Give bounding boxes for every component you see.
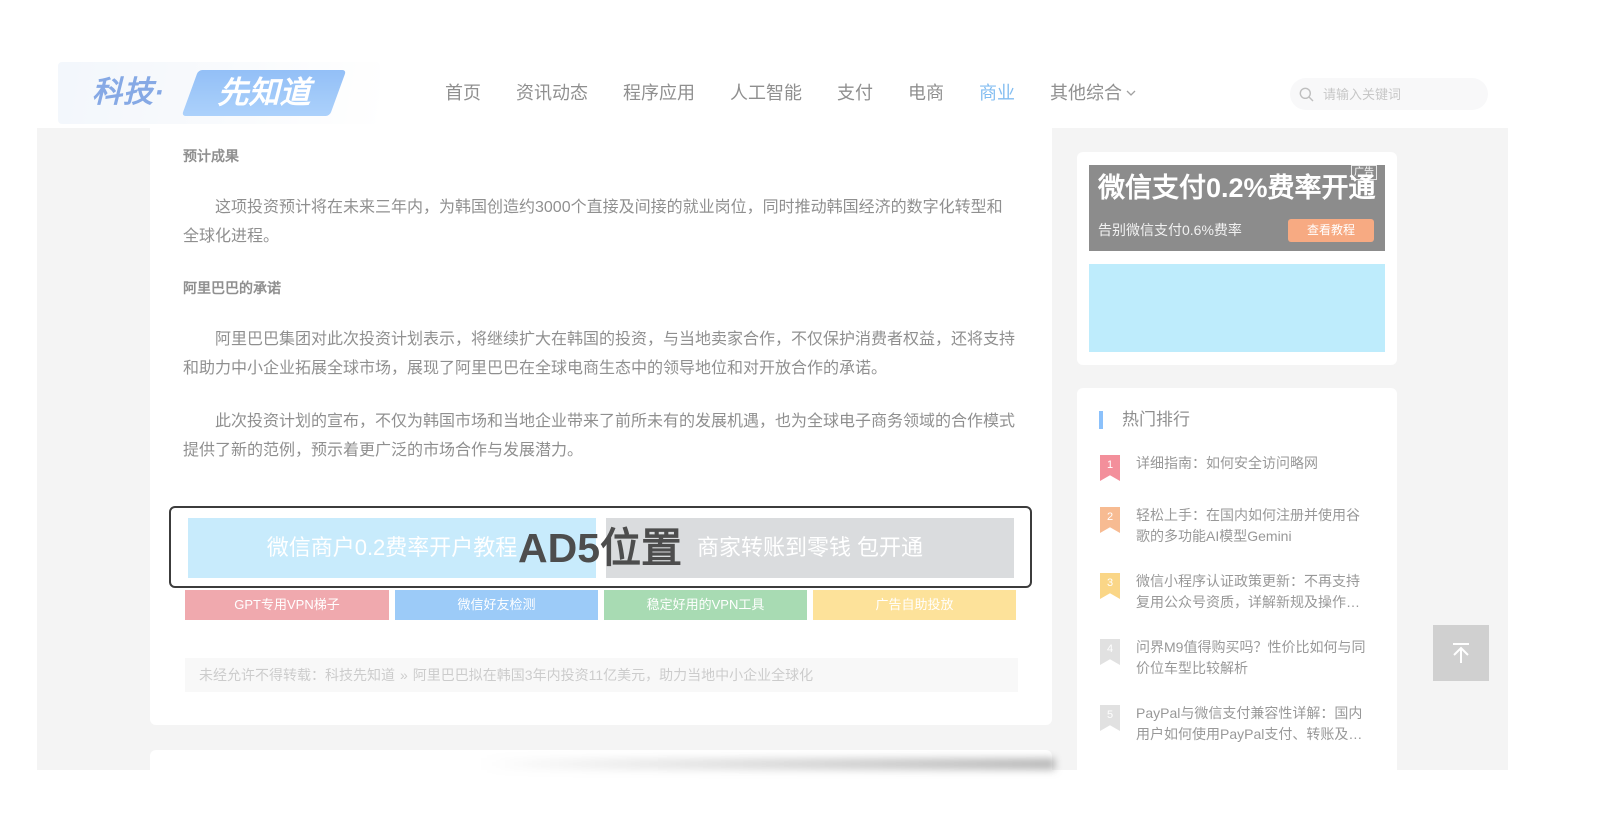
section-heading: 阿里巴巴的承诺 xyxy=(183,280,281,296)
hot-ranking-item-title[interactable]: PayPal与微信支付兼容性详解：国内用户如何使用PayPal支付、转账及… xyxy=(1136,703,1368,745)
hot-ranking-list: 1 详细指南：如何安全访问略网 2 轻松上手：在国内如何注册并使用谷歌的多功能A… xyxy=(1100,453,1390,769)
quick-link-gpt-vpn[interactable]: GPT专用VPN梯子 xyxy=(185,590,389,620)
hot-ranking-item[interactable]: 2 轻松上手：在国内如何注册并使用谷歌的多功能AI模型Gemini xyxy=(1100,505,1390,547)
copyright-separator: » xyxy=(400,667,408,683)
screen: 科技· 先知道 首页 资讯动态 程序应用 人工智能 支付 电商 商业 其他综合 … xyxy=(0,0,1598,823)
view-tutorial-button[interactable]: 查看教程 xyxy=(1288,219,1374,242)
rank-badge: 4 xyxy=(1100,639,1120,665)
article-paragraph: 这项投资预计将在未来三年内，为韩国创造约3000个直接及间接的就业岗位，同时推动… xyxy=(183,199,1003,245)
hot-ranking-item-title[interactable]: 微信小程序认证政策更新：不再支持复用公众号资质，详解新规及操作… xyxy=(1136,571,1368,613)
hot-ranking-item-title[interactable]: 问界M9值得购买吗？性价比如何与同价位车型比较解析 xyxy=(1136,637,1368,679)
hot-ranking-item-title[interactable]: 轻松上手：在国内如何注册并使用谷歌的多功能AI模型Gemini xyxy=(1136,505,1368,547)
article-paragraph: 此次投资计划的宣布，不仅为韩国市场和当地企业带来了前所未有的发展机遇，也为全球电… xyxy=(183,413,1016,459)
section-heading: 预计成果 xyxy=(183,148,239,164)
hot-ranking-accent-bar xyxy=(1099,411,1103,429)
ad-slot-label: AD5位置 xyxy=(517,525,683,571)
chevron-down-icon xyxy=(1126,90,1136,96)
nav-item-news[interactable]: 资讯动态 xyxy=(516,80,588,106)
logo-name-text: 先知道 xyxy=(217,75,311,110)
search-icon xyxy=(1299,87,1314,101)
nav-item-home[interactable]: 首页 xyxy=(445,80,481,106)
hot-ranking-item[interactable]: 3 微信小程序认证政策更新：不再支持复用公众号资质，详解新规及操作… xyxy=(1100,571,1390,613)
copyright-site-link[interactable]: 科技先知道 xyxy=(325,667,395,683)
rank-badge: 2 xyxy=(1100,507,1120,533)
nav-item-apps[interactable]: 程序应用 xyxy=(623,80,695,106)
bottom-scroll-shadow xyxy=(480,758,1055,770)
copyright-prefix: 未经允许不得转载： xyxy=(199,667,325,683)
nav-item-payment[interactable]: 支付 xyxy=(837,80,873,106)
rank-badge: 3 xyxy=(1100,573,1120,599)
nav-item-other[interactable]: 其他综合 xyxy=(1050,80,1136,106)
hot-ranking-title: 热门排行 xyxy=(1122,410,1190,429)
nav-item-ecommerce[interactable]: 电商 xyxy=(908,80,944,106)
ad-tag: 广告 xyxy=(1351,165,1377,180)
quick-link-wechat-friend-check[interactable]: 微信好友检测 xyxy=(395,590,598,620)
rank-badge: 1 xyxy=(1100,455,1120,481)
search-box[interactable] xyxy=(1290,78,1488,110)
hot-ranking-item[interactable]: 1 详细指南：如何安全访问略网 xyxy=(1100,453,1390,481)
search-input[interactable] xyxy=(1323,78,1473,110)
nav-item-ai[interactable]: 人工智能 xyxy=(730,80,802,106)
quick-link-self-service-ads[interactable]: 广告自助投放 xyxy=(813,590,1016,620)
nav-item-other-label: 其他综合 xyxy=(1050,83,1122,103)
hot-ranking-item-title[interactable]: 详细指南：如何安全访问略网 xyxy=(1136,453,1368,474)
sidebar-ad-title: 微信支付0.2%费率开通 xyxy=(1098,173,1376,203)
arrow-up-to-top-icon xyxy=(1453,643,1469,663)
main-nav: 首页 资讯动态 程序应用 人工智能 支付 电商 商业 其他综合 xyxy=(445,80,1136,106)
sidebar-ad-subtitle: 告别微信支付0.6%费率 xyxy=(1098,222,1242,238)
nav-item-business[interactable]: 商业 xyxy=(979,80,1015,106)
back-to-top-button[interactable] xyxy=(1433,625,1489,681)
logo-prefix-text: 科技· xyxy=(92,76,165,109)
copyright-notice: 未经允许不得转载：科技先知道 » 阿里巴巴拟在韩国3年内投资11亿美元，助力当地中小… xyxy=(185,658,1018,692)
article-paragraph: 阿里巴巴集团对此次投资计划表示，将继续扩大在韩国的投资，与当地卖家合作，不仅保护… xyxy=(183,331,1016,377)
sidebar-ad-placeholder[interactable] xyxy=(1089,264,1385,352)
quick-link-vpn-tool[interactable]: 稳定好用的VPN工具 xyxy=(604,590,807,620)
hot-ranking-item[interactable]: 5 PayPal与微信支付兼容性详解：国内用户如何使用PayPal支付、转账及… xyxy=(1100,703,1390,745)
copyright-article-link[interactable]: 阿里巴巴拟在韩国3年内投资11亿美元，助力当地中小企业全球化 xyxy=(413,667,813,683)
rank-badge: 5 xyxy=(1100,705,1120,731)
hot-ranking-item[interactable]: 4 问界M9值得购买吗？性价比如何与同价位车型比较解析 xyxy=(1100,637,1390,679)
